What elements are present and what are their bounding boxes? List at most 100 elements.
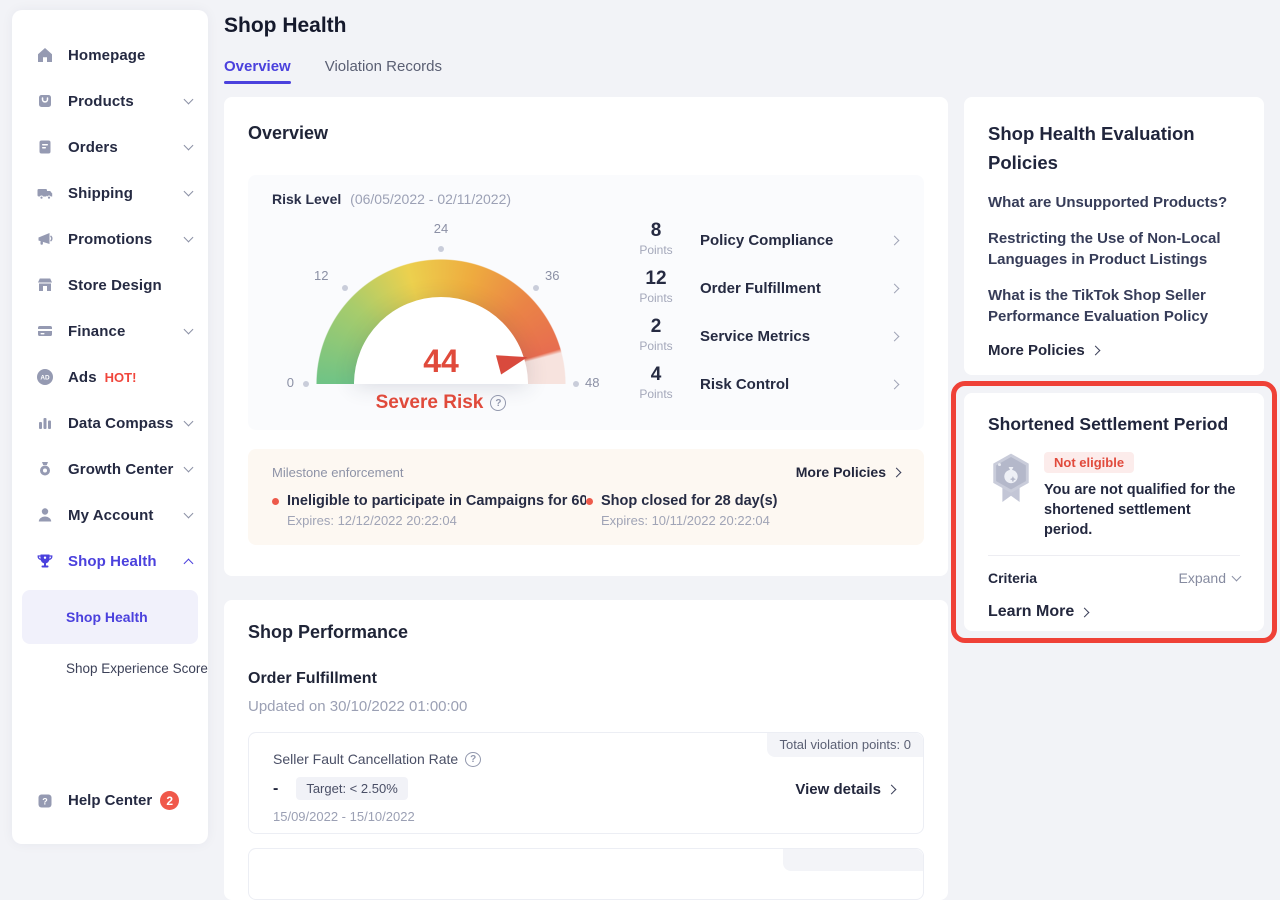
point-row-order-fulfillment[interactable]: 12Points Order Fulfillment — [630, 267, 898, 309]
red-dot-icon — [586, 498, 593, 505]
milestone-title: Milestone enforcement — [272, 465, 404, 480]
risk-status-label: Severe Risk — [376, 392, 484, 414]
sidebar-subitem-shop-health[interactable]: Shop Health — [22, 590, 198, 644]
gauge-tick-dot — [533, 285, 539, 291]
point-unit: Points — [639, 339, 672, 353]
tab-bar: Overview Violation Records — [224, 58, 442, 91]
metric-value: - — [273, 780, 278, 798]
orders-icon — [36, 138, 54, 156]
gauge-tick-label: 24 — [428, 221, 454, 236]
chevron-down-icon — [184, 233, 194, 243]
settlement-medal-icon — [988, 452, 1034, 540]
settlement-heading: Shortened Settlement Period — [988, 414, 1240, 435]
point-value: 2 — [651, 316, 662, 337]
data-compass-icon — [36, 414, 54, 432]
shipping-icon — [36, 184, 54, 202]
milestone-enforcement-panel: Milestone enforcement More Policies Inel… — [248, 449, 924, 545]
sidebar-item-ads[interactable]: AD Ads HOT! — [12, 354, 208, 400]
sidebar-item-label: Shop Health — [68, 553, 157, 570]
more-policies-link[interactable]: More Policies — [988, 342, 1240, 359]
learn-more-link[interactable]: Learn More — [988, 603, 1240, 621]
point-label: Service Metrics — [700, 328, 810, 345]
metric-value-row: - Target: < 2.50% — [273, 777, 408, 800]
sidebar-item-promotions[interactable]: Promotions — [12, 216, 208, 262]
sidebar-item-label: Orders — [68, 139, 118, 156]
updated-timestamp: Updated on 30/10/2022 01:00:00 — [248, 698, 467, 715]
chevron-right-icon — [890, 331, 900, 341]
sidebar-item-label: Finance — [68, 323, 125, 340]
sidebar-item-orders[interactable]: Orders — [12, 124, 208, 170]
sidebar-item-growth-center[interactable]: Growth Center — [12, 446, 208, 492]
policy-link-unsupported-products[interactable]: What are Unsupported Products? — [988, 192, 1240, 213]
chevron-down-icon — [184, 417, 194, 427]
gauge-tick-dot — [573, 381, 579, 387]
point-row-service-metrics[interactable]: 2 Points Service Metrics — [630, 315, 898, 357]
gauge-tick-dot — [438, 246, 444, 252]
sidebar-subitem-shop-experience-score[interactable]: Shop Experience Score — [12, 644, 208, 692]
chevron-down-icon — [184, 187, 194, 197]
sidebar-item-data-compass[interactable]: Data Compass — [12, 400, 208, 446]
sidebar-item-label: Homepage — [68, 47, 146, 64]
total-violation-points-tag: Total violation points: 0 — [767, 733, 923, 757]
svg-text:?: ? — [42, 796, 48, 806]
chevron-right-icon — [892, 467, 902, 477]
milestone-text: Shop closed for 28 day(s) — [601, 493, 777, 509]
point-row-risk-control[interactable]: 4Points Risk Control — [630, 363, 898, 405]
sidebar-item-shipping[interactable]: Shipping — [12, 170, 208, 216]
point-label: Order Fulfillment — [700, 280, 821, 297]
chevron-right-icon — [1080, 607, 1090, 617]
question-circle-icon[interactable]: ? — [465, 752, 481, 767]
sidebar-item-label: Products — [68, 93, 134, 110]
risk-gauge: 0 12 24 36 48 44 Severe Risk ? — [276, 209, 606, 423]
sidebar-item-label: Ads — [68, 369, 97, 386]
point-value: 8 — [651, 220, 662, 241]
sidebar-item-store-design[interactable]: Store Design — [12, 262, 208, 308]
chevron-down-icon — [184, 325, 194, 335]
point-unit: Points — [639, 243, 672, 257]
risk-level-period: (06/05/2022 - 02/11/2022) — [350, 191, 511, 207]
view-details-link[interactable]: View details — [795, 781, 895, 798]
notification-badge: 2 — [160, 791, 179, 810]
overview-card: Overview Risk Level (06/05/2022 - 02/11/… — [224, 97, 948, 576]
criteria-expand-toggle[interactable]: Expand — [1179, 570, 1240, 586]
red-dot-icon — [272, 498, 279, 505]
page-title: Shop Health — [224, 14, 347, 38]
total-violation-points-tag — [783, 849, 923, 871]
tab-overview[interactable]: Overview — [224, 58, 291, 91]
risk-level-label-row: Risk Level (06/05/2022 - 02/11/2022) — [272, 191, 511, 207]
gauge-tick-dot — [303, 381, 309, 387]
policy-link-performance-evaluation[interactable]: What is the TikTok Shop Seller Performan… — [988, 285, 1240, 327]
sidebar-item-finance[interactable]: Finance — [12, 308, 208, 354]
milestone-expires: Expires: 10/11/2022 20:22:04 — [601, 513, 900, 528]
help-icon: ? — [36, 792, 54, 810]
overview-heading: Overview — [248, 123, 328, 144]
sidebar-item-homepage[interactable]: Homepage — [12, 32, 208, 78]
not-eligible-badge: Not eligible — [1044, 452, 1134, 473]
risk-status-row: Severe Risk ? — [276, 392, 606, 414]
svg-text:AD: AD — [40, 375, 50, 382]
chevron-down-icon — [184, 95, 194, 105]
policy-link-non-local-languages[interactable]: Restricting the Use of Non-Local Languag… — [988, 228, 1240, 270]
chevron-down-icon — [184, 463, 194, 473]
finance-icon — [36, 322, 54, 340]
help-center[interactable]: ? Help Center 2 — [36, 791, 179, 810]
chevron-down-icon — [1232, 572, 1242, 582]
shortened-settlement-card: Shortened Settlement Period Not eligible… — [964, 393, 1264, 631]
chevron-right-icon — [887, 785, 897, 795]
milestone-item: Ineligible to participate in Campaigns f… — [272, 493, 586, 528]
sidebar-item-products[interactable]: Products — [12, 78, 208, 124]
home-icon — [36, 46, 54, 64]
chevron-right-icon — [890, 283, 900, 293]
sidebar-item-shop-health[interactable]: Shop Health — [12, 538, 208, 584]
metric-card-partial — [248, 848, 924, 900]
milestone-text: Ineligible to participate in Campaigns f… — [287, 493, 586, 509]
point-unit: Points — [639, 387, 672, 401]
question-circle-icon[interactable]: ? — [490, 395, 506, 411]
more-policies-link[interactable]: More Policies — [796, 464, 900, 480]
point-row-policy-compliance[interactable]: 8Points Policy Compliance — [630, 219, 898, 261]
sidebar-subitem-label: Shop Health — [66, 609, 148, 625]
sidebar-item-my-account[interactable]: My Account — [12, 492, 208, 538]
metric-card-seller-fault-cancellation: Total violation points: 0 Seller Fault C… — [248, 732, 924, 834]
tab-violation-records[interactable]: Violation Records — [325, 58, 442, 91]
growth-icon — [36, 460, 54, 478]
